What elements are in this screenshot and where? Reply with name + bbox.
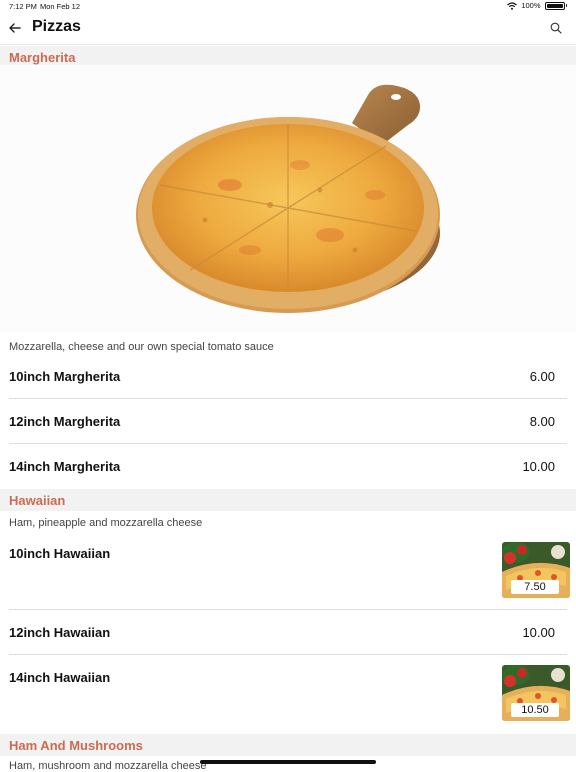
menu-item-price: 10.00: [522, 625, 555, 640]
menu-item-name[interactable]: 10inch Hawaiian: [9, 546, 110, 561]
status-date: Mon Feb 12: [40, 2, 81, 11]
section-description-hawaiian: Ham, pineapple and mozzarella cheese: [9, 517, 203, 529]
thumbnail-price-badge: 7.50: [511, 580, 559, 594]
item-thumbnail[interactable]: 10.50: [502, 665, 570, 721]
home-indicator[interactable]: [200, 760, 376, 764]
divider: [9, 654, 567, 655]
menu-item-name[interactable]: 12inch Hawaiian: [9, 625, 110, 640]
back-arrow-icon[interactable]: [6, 19, 24, 37]
search-icon[interactable]: [550, 22, 562, 34]
divider: [9, 443, 567, 444]
menu-item-price: 8.00: [529, 414, 555, 429]
battery-tip: [565, 4, 567, 7]
wifi-icon: [507, 1, 518, 10]
margherita-image: [0, 65, 576, 332]
pizza-illustration: [136, 84, 440, 313]
item-thumbnail[interactable]: 7.50: [502, 542, 570, 598]
battery-percent: 100%: [521, 1, 541, 10]
section-header-ham-and-mushrooms: Ham And Mushrooms: [0, 734, 576, 756]
menu-item-name[interactable]: 10inch Margherita: [9, 369, 120, 384]
menu-item-price: 10.00: [522, 459, 555, 474]
divider: [9, 609, 567, 610]
section-description-ham-and-mushrooms: Ham, mushroom and mozzarella cheese: [9, 760, 207, 772]
menu-item-price: 6.00: [529, 369, 555, 384]
status-right: 100%: [507, 1, 567, 10]
status-bar: 7:12 PM Mon Feb 12 100%: [0, 0, 576, 14]
menu-item-name[interactable]: 14inch Hawaiian: [9, 670, 110, 685]
page-title: Pizzas: [32, 18, 81, 35]
nav-bar: Pizzas: [0, 14, 576, 45]
thumbnail-price-badge: 10.50: [511, 703, 559, 717]
section-description-margherita: Mozzarella, cheese and our own special t…: [9, 341, 274, 353]
menu-item-name[interactable]: 12inch Margherita: [9, 414, 120, 429]
status-time: 7:12 PM: [9, 2, 37, 11]
section-header-hawaiian: Hawaiian: [0, 489, 576, 511]
menu-item-name[interactable]: 14inch Margherita: [9, 459, 120, 474]
divider: [9, 398, 567, 399]
battery-icon: [544, 1, 565, 10]
